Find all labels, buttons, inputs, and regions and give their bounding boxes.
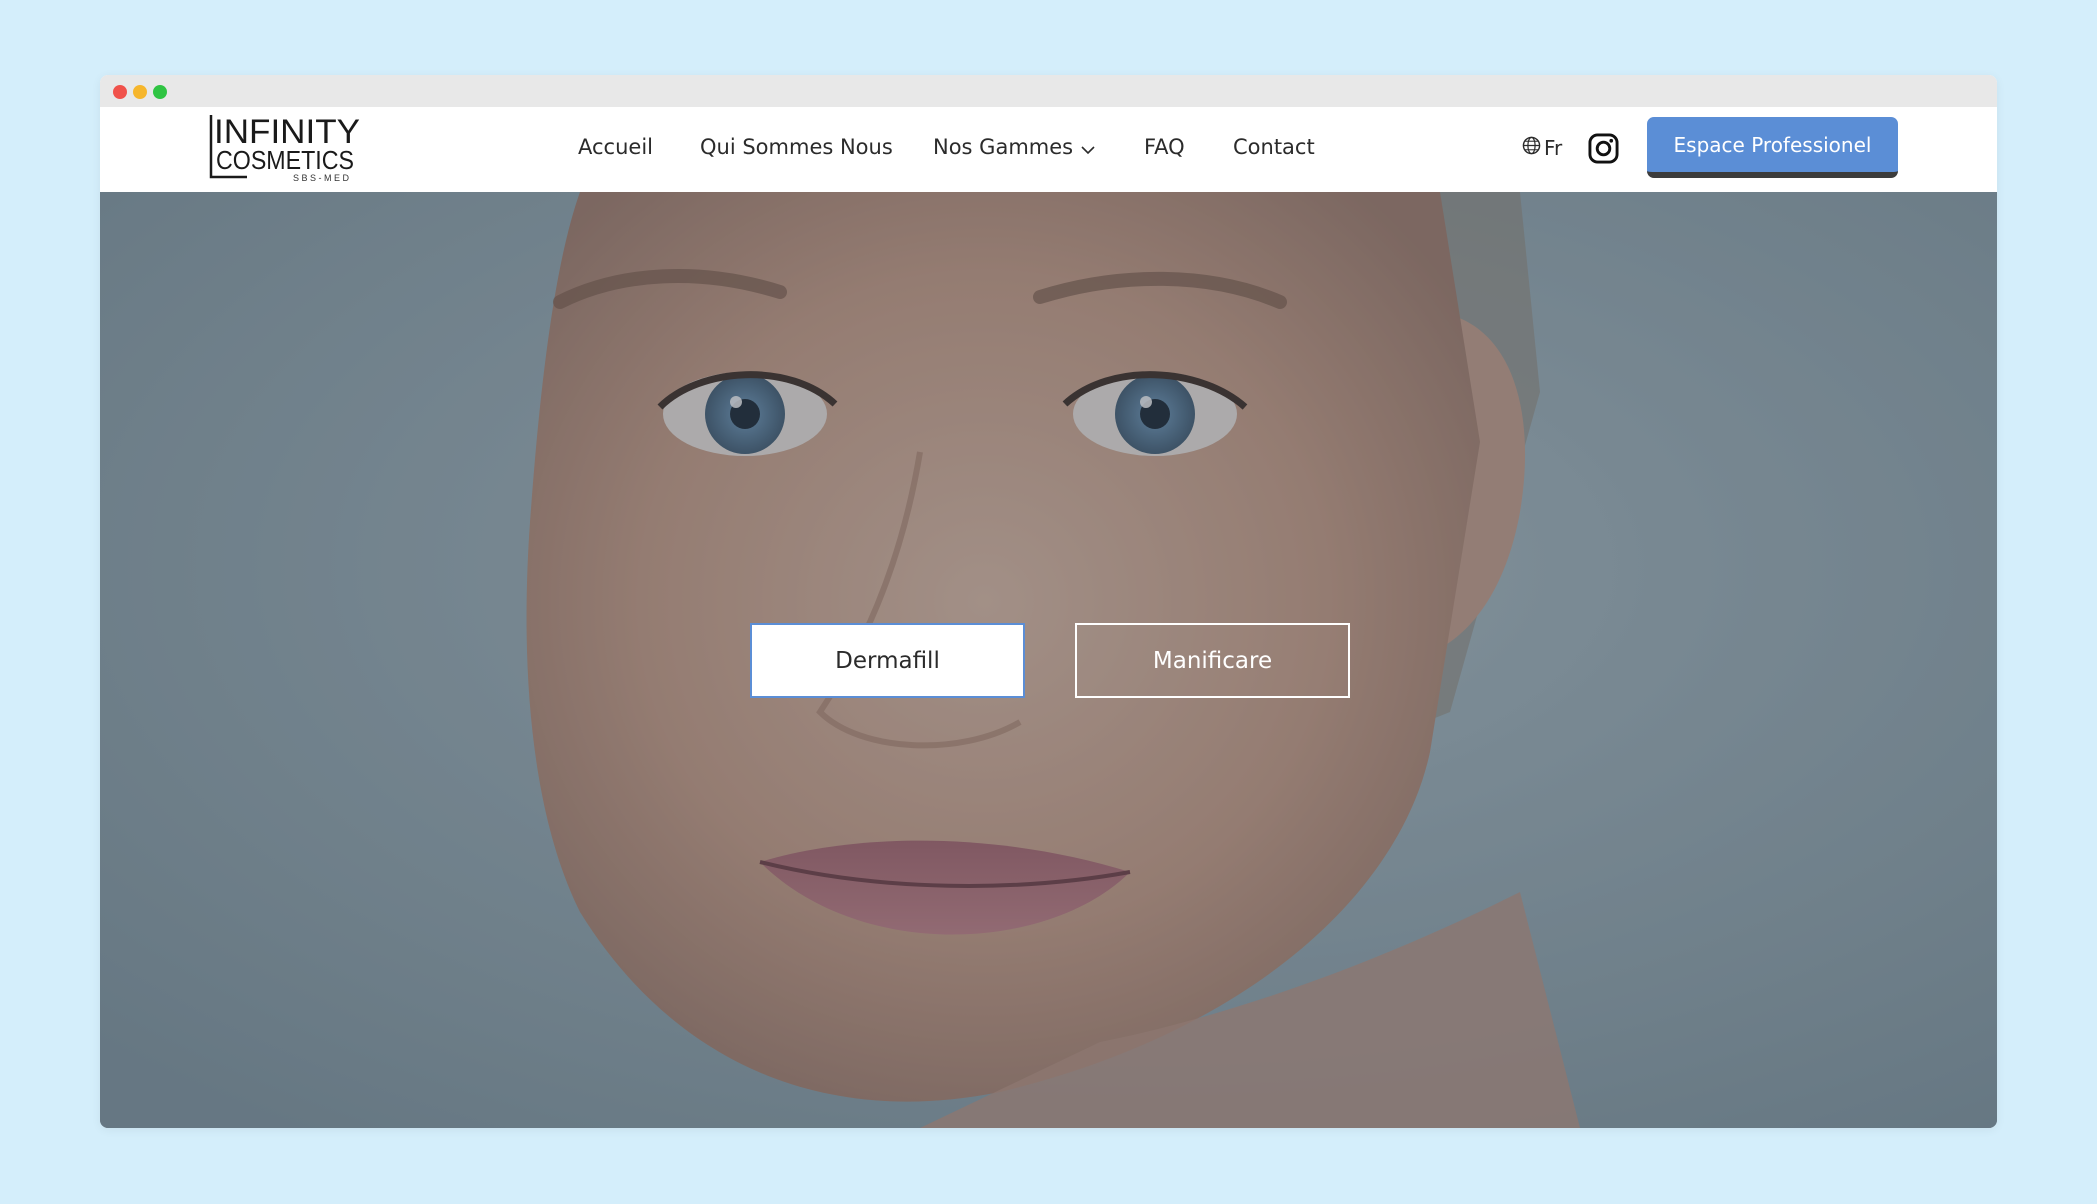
nav-item-accueil[interactable]: Accueil	[578, 135, 653, 159]
browser-window: INFINITY COSMETICS SBS-MED Accueil Qui S…	[100, 75, 1997, 1128]
nav-item-faq[interactable]: FAQ	[1144, 135, 1185, 159]
maximize-window-button[interactable]	[153, 85, 167, 99]
window-titlebar	[100, 75, 1997, 107]
hero-banner: Dermafill Manificare	[100, 192, 1997, 1128]
dermafill-button[interactable]: Dermafill	[750, 623, 1025, 698]
nav-item-contact[interactable]: Contact	[1233, 135, 1315, 159]
nav-item-nos-gammes-label: Nos Gammes	[933, 135, 1074, 159]
site-header: INFINITY COSMETICS SBS-MED Accueil Qui S…	[100, 107, 1997, 192]
instagram-icon[interactable]	[1588, 133, 1619, 168]
globe-icon	[1522, 136, 1541, 160]
espace-professionel-button[interactable]: Espace Professionel	[1647, 117, 1898, 178]
manificare-button[interactable]: Manificare	[1075, 623, 1350, 698]
nav-item-qui-sommes-nous[interactable]: Qui Sommes Nous	[700, 135, 893, 159]
minimize-window-button[interactable]	[133, 85, 147, 99]
language-label: Fr	[1544, 136, 1563, 160]
close-window-button[interactable]	[113, 85, 127, 99]
hero-dark-overlay	[100, 192, 1997, 1128]
language-selector[interactable]: Fr	[1522, 136, 1562, 160]
nav-item-nos-gammes[interactable]: Nos Gammes	[933, 135, 1095, 160]
chevron-down-icon	[1081, 136, 1095, 160]
